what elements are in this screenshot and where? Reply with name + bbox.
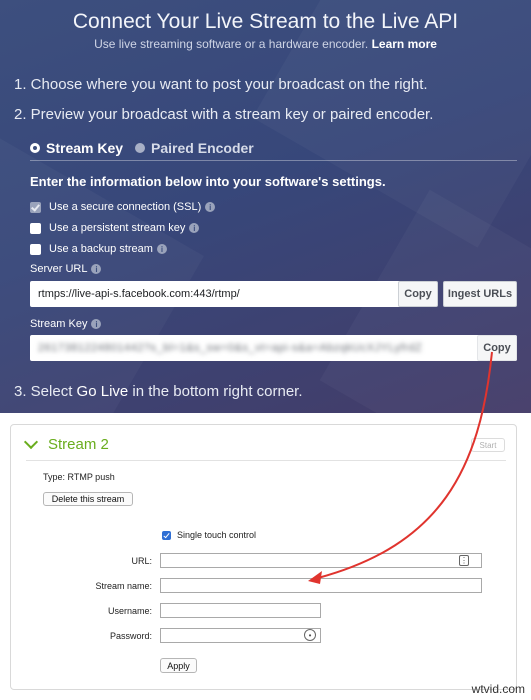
page-title: Connect Your Live Stream to the Live API — [72, 10, 459, 33]
info-icon[interactable]: i — [156, 244, 167, 254]
learn-more-link[interactable]: Learn more — [372, 37, 437, 51]
stream-key-field[interactable]: 2617381224801442?s_bl=1&s_sw=0&s_vt=api-… — [30, 335, 517, 361]
watermark: wtvid.com — [471, 682, 525, 696]
server-url-label-row: Server URL i — [30, 263, 102, 275]
live-api-panel: Connect Your Live Stream to the Live API… — [0, 0, 531, 413]
persistent-key-label: Use a persistent stream key — [49, 222, 186, 234]
subtitle-text: Use live streaming software or a hardwar… — [94, 37, 369, 51]
username-input[interactable] — [160, 603, 321, 618]
go-live-text: Go Live — [76, 383, 129, 400]
mode-tabs: Stream Key Paired Encoder — [30, 138, 266, 158]
username-label: Username: — [107, 606, 152, 616]
stream-key-value: 2617381224801442?s_bl=1&s_sw=0&s_vt=api-… — [38, 342, 423, 354]
divider — [26, 460, 506, 461]
divider — [30, 160, 517, 161]
radio-paired-encoder[interactable] — [135, 143, 146, 153]
step-3-prefix: 3. Select — [14, 383, 73, 400]
apply-button[interactable]: Apply — [160, 658, 197, 673]
step-2: 2. Preview your broadcast with a stream … — [14, 106, 434, 123]
step-3-suffix: in the bottom right corner. — [132, 383, 303, 400]
info-icon[interactable]: i — [189, 223, 200, 233]
key-icon[interactable]: ⋮ — [459, 555, 469, 566]
ssl-label: Use a secure connection (SSL) — [49, 201, 202, 213]
tab-stream-key[interactable]: Stream Key — [46, 140, 123, 156]
info-icon[interactable]: i — [205, 202, 216, 212]
info-icon[interactable]: i — [91, 264, 102, 274]
single-touch-checkbox[interactable] — [162, 531, 171, 540]
ssl-checkbox[interactable] — [30, 201, 41, 213]
url-input[interactable] — [160, 553, 482, 568]
backup-stream-option: Use a backup stream i — [30, 242, 167, 256]
page-subtitle: Use live streaming software or a hardwar… — [0, 37, 531, 51]
stream-key-label-row: Stream Key i — [30, 318, 102, 330]
step-3: 3. Select Go Live in the bottom right co… — [14, 383, 303, 400]
eye-icon[interactable]: • — [304, 629, 316, 641]
password-input[interactable] — [160, 628, 321, 643]
tab-paired-encoder[interactable]: Paired Encoder — [151, 140, 254, 156]
server-url-field[interactable]: rtmps://live-api-s.facebook.com:443/rtmp… — [30, 281, 437, 307]
stream-key-label: Stream Key — [30, 318, 88, 330]
single-touch-label: Single touch control — [177, 530, 257, 540]
ingest-urls-button[interactable]: Ingest URLs — [443, 281, 517, 307]
url-label: URL: — [131, 556, 152, 566]
info-icon[interactable]: i — [91, 319, 102, 329]
copy-stream-key-button[interactable]: Copy — [477, 335, 517, 361]
start-button[interactable]: Start — [471, 438, 505, 452]
radio-stream-key[interactable] — [30, 143, 40, 153]
stream-type: Type: RTMP push — [43, 472, 115, 482]
step-1: 1. Choose where you want to post your br… — [14, 76, 428, 93]
stream-name-input[interactable] — [160, 578, 482, 593]
server-url-label: Server URL — [30, 263, 88, 275]
backup-stream-checkbox[interactable] — [30, 243, 41, 255]
stream-title[interactable]: Stream 2 — [48, 436, 109, 453]
settings-instructions: Enter the information below into your so… — [30, 174, 386, 189]
copy-server-url-button[interactable]: Copy — [398, 281, 438, 307]
delete-stream-button[interactable]: Delete this stream — [43, 492, 133, 506]
stream-name-label: Stream name: — [95, 581, 152, 591]
password-label: Password: — [109, 631, 152, 641]
ssl-option: Use a secure connection (SSL) i — [30, 200, 216, 214]
backup-stream-label: Use a backup stream — [49, 243, 153, 255]
persistent-key-option: Use a persistent stream key i — [30, 221, 200, 235]
persistent-key-checkbox[interactable] — [30, 222, 41, 234]
